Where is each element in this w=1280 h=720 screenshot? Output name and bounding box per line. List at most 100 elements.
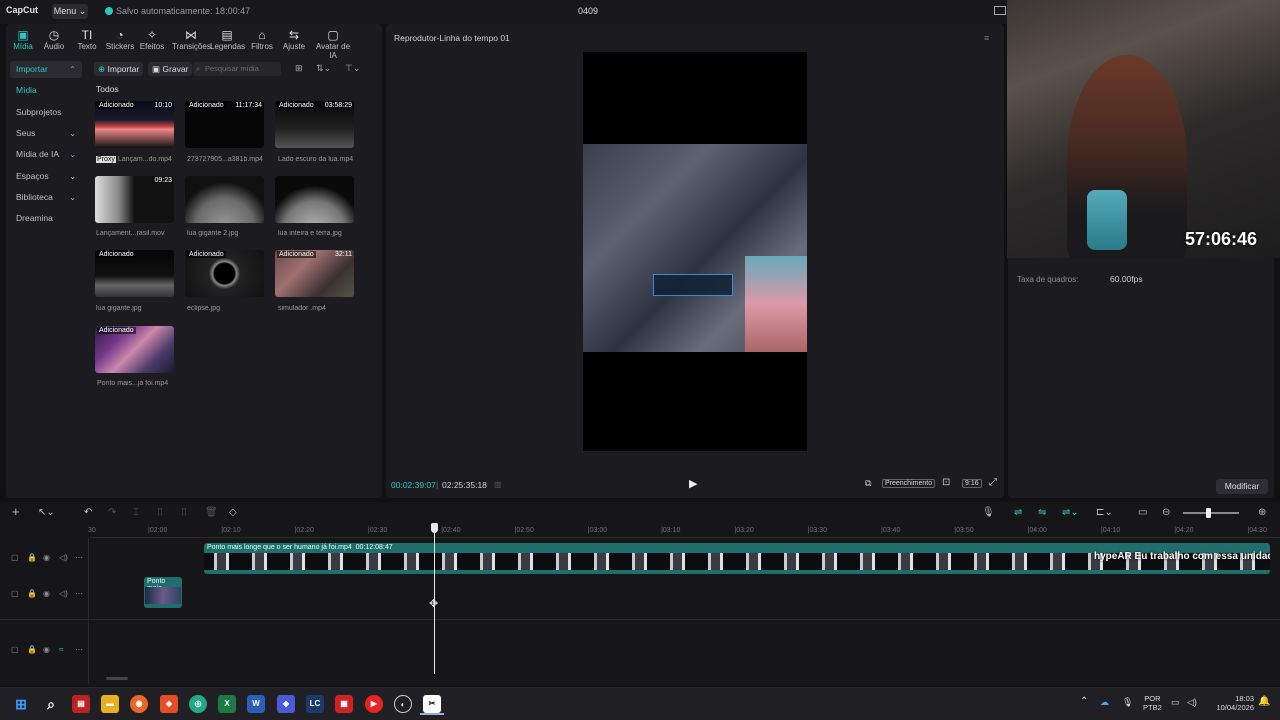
tool-media[interactable]: ▣ Mídia [6,28,40,51]
snapshot-icon[interactable]: ⊡ [942,477,950,488]
speaker-icon[interactable]: ◁) [1187,697,1197,708]
capcut-icon[interactable]: ✂ [423,695,441,713]
import-button[interactable]: ⊕ Importar [94,62,144,76]
timeline-scrollbar[interactable] [106,677,128,680]
windows-start-icon[interactable]: ⊞ [12,695,30,713]
brave-icon[interactable]: ◆ [160,695,178,713]
layout-icon[interactable] [994,6,1006,15]
zoom-slider[interactable] [1183,512,1239,514]
file-explorer-icon[interactable]: ▬ [101,695,119,713]
excel-icon[interactable]: X [218,695,236,713]
media-player-icon[interactable]: ▶ [365,695,383,713]
media-thumb[interactable]: Adicionado 03:58:29 [275,101,354,148]
lock-icon[interactable]: 🔒 [27,553,37,562]
grid-view-icon[interactable]: ⊞ [295,63,303,74]
lock-icon[interactable]: 🔒 [27,589,37,598]
timecode-toggle-icon[interactable]: ▥ [494,480,502,489]
language-indicator[interactable]: POR PTB2 [1143,694,1162,712]
zoom-out-icon[interactable]: ⊖ [1162,507,1170,518]
record-button[interactable]: ▣ Gravar [148,62,193,76]
tool-text[interactable]: TI Texto [70,28,104,51]
zoom-handle[interactable] [1206,508,1211,518]
split-icon[interactable]: ⌶ [133,507,139,518]
app-icon-3[interactable]: ▦ [335,695,353,713]
media-thumb[interactable]: Adicionado [185,250,264,297]
link-icon[interactable]: ⇌⌄ [1062,507,1079,518]
track-more-icon[interactable]: ⋯ [75,553,83,562]
aspect-ratio-button[interactable]: 9:16 [962,479,982,488]
split-right-icon[interactable]: ⌷ [181,507,187,518]
eye-icon[interactable]: ◉ [43,645,50,654]
app-icon-1[interactable]: ▤ [72,695,90,713]
notification-icon[interactable]: 🔔 [1258,696,1270,707]
microphone-tray-icon[interactable]: 🎙 [1122,697,1133,708]
tool-stickers[interactable]: ◔ Stickers [103,28,137,51]
media-thumb[interactable]: Adicionado 11:17:34 [185,101,264,148]
tray-expand-icon[interactable]: ⌃ [1080,696,1088,707]
media-thumb[interactable]: 09:23 [95,176,174,223]
search-input[interactable]: ⌕ Pesquisar mídia [193,62,281,76]
fullscreen-icon[interactable]: ⤢ [989,477,997,488]
eye-icon[interactable]: ◉ [43,553,50,562]
tool-effects[interactable]: ✧ Efeitos [135,28,169,51]
tool-audio[interactable]: ◷ Áudio [37,28,71,51]
cover-icon[interactable]: ▢ [11,553,19,562]
undo-icon[interactable]: ↶ [84,507,92,518]
audio-track-icon[interactable]: ≈ [59,645,63,654]
delete-icon[interactable]: 🗑 [205,507,218,518]
split-left-icon[interactable]: ⌷ [157,507,163,518]
media-thumb[interactable]: Adicionado 10:10 [95,101,174,148]
lock-icon[interactable]: 🔒 [27,645,37,654]
filter-icon[interactable]: ⊤⌄ [345,63,360,74]
link-main-icon[interactable]: ⇌ [1014,507,1022,518]
tool-transitions[interactable]: ⋈ Transições [172,28,211,51]
track-more-icon[interactable]: ⋯ [75,645,83,654]
volume-icon[interactable]: ◁) [59,589,68,598]
nav-dreamina[interactable]: Dreamina [10,210,82,227]
menu-button[interactable]: Menu ⌄ [52,4,88,19]
volume-icon[interactable]: ◁) [59,553,68,562]
app-icon-2[interactable]: ◈ [277,695,295,713]
select-tool-icon[interactable]: ↖⌄ [38,507,55,518]
chrome-icon[interactable]: ◎ [189,695,207,713]
media-thumb[interactable]: Adicionado [95,326,174,373]
cover-icon[interactable]: ▢ [11,645,19,654]
player-menu-icon[interactable]: ≡ [984,33,989,43]
tool-ai-avatar[interactable]: ▢ Avatar de IA [312,28,354,60]
tool-captions[interactable]: ▤ Legendas [210,28,245,51]
network-icon[interactable]: ▭ [1171,697,1180,708]
overlay-video-clip[interactable]: Ponto mais [144,577,182,608]
media-thumb[interactable] [185,176,264,223]
media-thumb[interactable]: Adicionado [95,250,174,297]
redo-icon[interactable]: ↷ [108,507,116,518]
marker-icon[interactable]: ◇ [229,507,237,518]
add-track-icon[interactable]: + [12,504,20,519]
preview-axis-icon[interactable]: ⊏⌄ [1096,507,1113,518]
nav-library[interactable]: Biblioteca ⌄ [10,189,82,206]
clock[interactable]: 18:03 10/04/2026 [1204,694,1254,712]
firefox-icon[interactable]: ◉ [130,695,148,713]
crop-icon[interactable]: ⧉ [865,478,871,489]
playhead-handle[interactable] [431,523,438,533]
tool-filters[interactable]: ⌂ Filtros [245,28,279,51]
app-icon-lc[interactable]: LC [306,695,324,713]
microphone-icon[interactable]: 🎙 [982,507,995,518]
search-icon[interactable]: ⌕ [42,695,60,713]
nav-media[interactable]: Mídia [10,82,82,99]
magnet-icon[interactable]: ⇋ [1038,507,1046,518]
track-more-icon[interactable]: ⋯ [75,589,83,598]
project-name[interactable]: 0409 [578,6,598,16]
app-icon-4[interactable]: ◐ [394,695,412,713]
cover-icon[interactable]: ▢ [11,589,19,598]
media-thumb[interactable] [275,176,354,223]
sort-icon[interactable]: ⇅⌄ [316,63,331,74]
eye-icon[interactable]: ◉ [43,589,50,598]
nav-subprojects[interactable]: Subprojetos [10,104,82,121]
cloud-icon[interactable]: ☁ [1100,697,1109,708]
nav-import[interactable]: Importar ⌃ [10,61,82,78]
zoom-in-icon[interactable]: ⊕ [1258,507,1266,518]
main-video-clip[interactable]: Ponto mais longe que o ser humano já foi… [204,543,1270,574]
word-icon[interactable]: W [247,695,265,713]
nav-spaces[interactable]: Espaços ⌄ [10,168,82,185]
media-thumb[interactable]: Adicionado 32:11 [275,250,354,297]
